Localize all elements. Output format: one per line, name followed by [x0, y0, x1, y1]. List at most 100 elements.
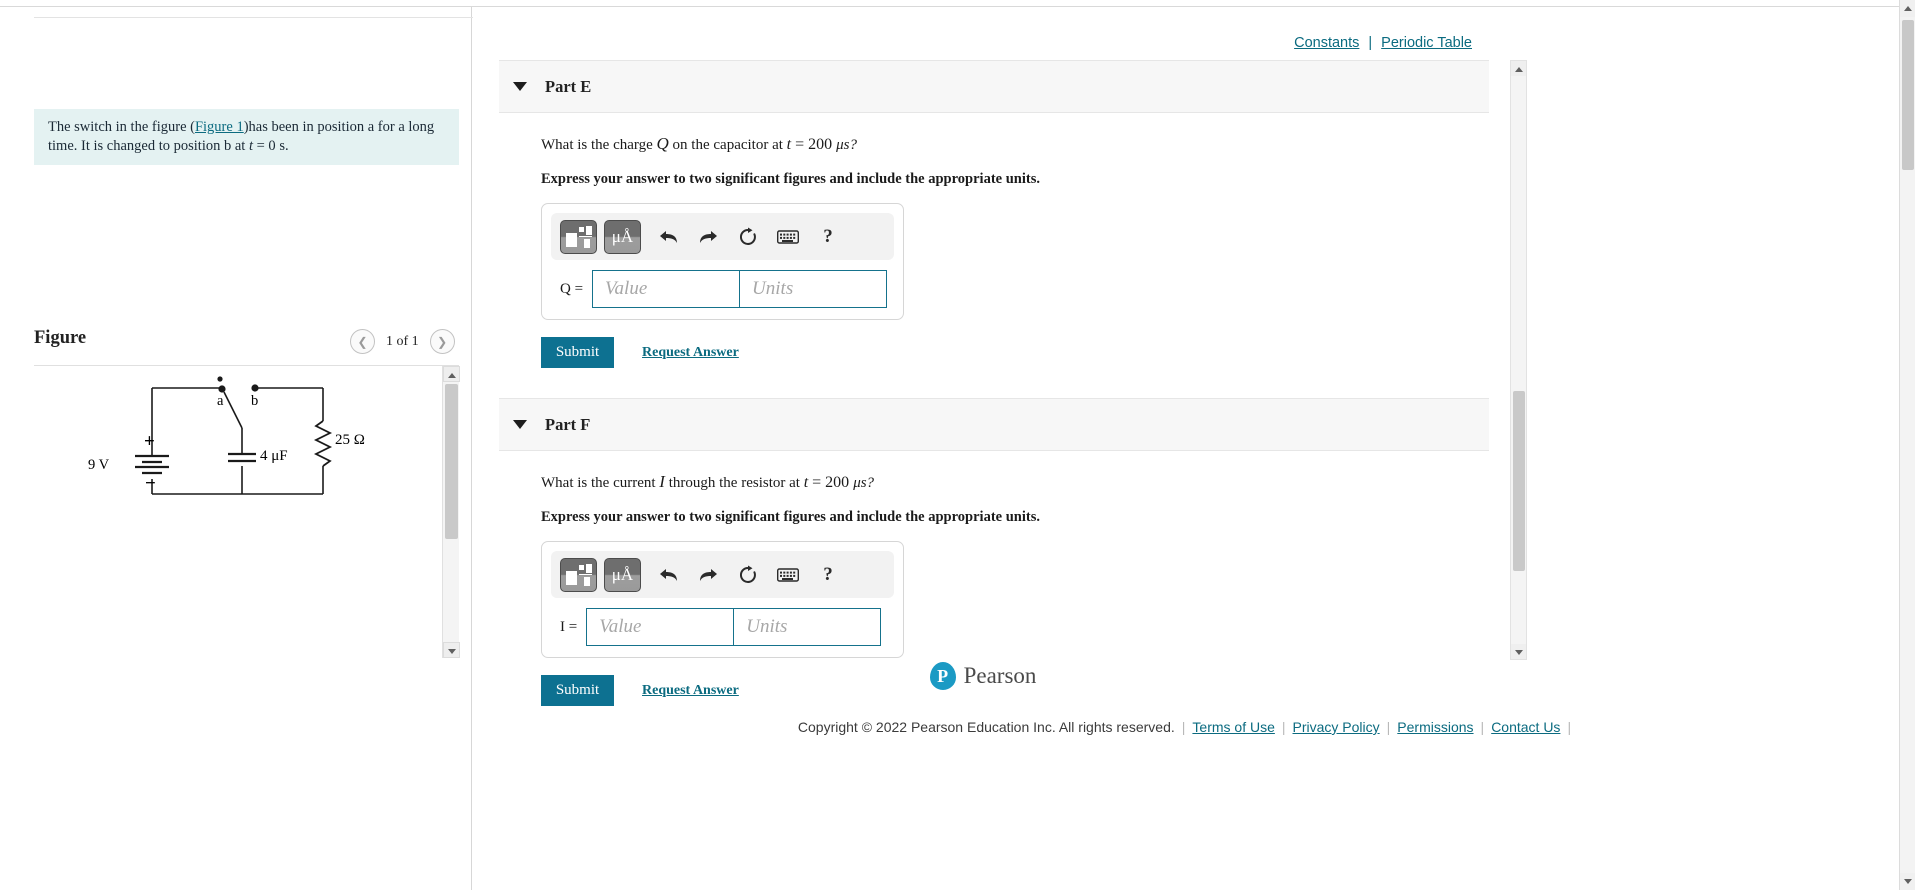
caret-down-icon[interactable] [513, 420, 527, 429]
footer-copyright: Copyright © 2022 Pearson Education Inc. … [797, 719, 1175, 735]
figure-scroll-thumb[interactable] [445, 384, 458, 539]
switch-contact-b [251, 384, 259, 392]
part-f-field-row: I = Value Units [551, 608, 894, 646]
chevron-right-icon: ❯ [437, 334, 448, 349]
content-scroll-thumb[interactable] [1513, 391, 1525, 571]
caret-down-icon [1904, 879, 1912, 884]
browser-scroll-up-button[interactable] [1900, 0, 1915, 17]
part-e-title: Part E [545, 76, 592, 96]
redo-icon[interactable] [688, 558, 728, 592]
pearson-wordmark: Pearson [963, 663, 1037, 688]
part-f-answer-box: μÅ ? I = Value Units [541, 541, 904, 658]
switch-upper-dot [217, 376, 223, 382]
switch-contact-a [218, 385, 226, 393]
part-e-header[interactable]: Part E [499, 60, 1489, 113]
figure-prev-button[interactable]: ❮ [350, 329, 375, 354]
part-e-field-row: Q = Value Units [551, 270, 894, 308]
part-f-header[interactable]: Part F [499, 398, 1489, 451]
figure-scroll-up-button[interactable] [443, 366, 460, 382]
question-value: = 200 [791, 136, 837, 153]
caret-down-icon [1514, 650, 1523, 655]
help-button[interactable]: ? [808, 220, 848, 254]
caret-down-icon [447, 649, 456, 654]
reset-icon[interactable] [728, 558, 768, 592]
footer-sep: | [1181, 719, 1186, 735]
permissions-link[interactable]: Permissions [1397, 719, 1473, 735]
pearson-logo: P Pearson [473, 662, 1493, 690]
caret-up-icon [1904, 6, 1912, 11]
capacitor-label: 4 μF [260, 448, 288, 464]
constants-link[interactable]: Constants [1294, 35, 1359, 51]
part-f-value-input[interactable]: Value [586, 608, 735, 646]
caret-up-icon [447, 373, 456, 378]
main-panel: Constants | Periodic Table Part E What i… [473, 7, 1898, 890]
contact-us-link[interactable]: Contact Us [1491, 719, 1560, 735]
periodic-table-link[interactable]: Periodic Table [1381, 35, 1472, 51]
question-prefix: What is the charge [541, 137, 657, 153]
math-template-icon[interactable] [560, 219, 597, 254]
figure-scroll-down-button[interactable] [443, 642, 460, 658]
links-separator: | [1368, 35, 1373, 51]
part-e-submit-button[interactable]: Submit [541, 337, 614, 368]
part-f-instruction: Express your answer to two significant f… [541, 509, 1040, 525]
part-f-toolbar: μÅ ? [551, 551, 894, 598]
battery-minus-label: − [145, 473, 156, 494]
help-button[interactable]: ? [808, 558, 848, 592]
browser-scroll-down-button[interactable] [1900, 873, 1915, 890]
footer-clip: Copyright © 2022 Pearson Education Inc. … [473, 719, 1903, 735]
top-links: Constants | Periodic Table [1294, 35, 1472, 51]
privacy-policy-link[interactable]: Privacy Policy [1293, 719, 1380, 735]
footer-sep: | [1480, 719, 1485, 735]
browser-scroll-thumb[interactable] [1902, 20, 1914, 170]
part-e-request-answer-link[interactable]: Request Answer [642, 345, 739, 361]
battery-voltage-label: 9 V [88, 457, 110, 473]
content-scroll-up-button[interactable] [1511, 61, 1526, 76]
figure-nav: ❮ 1 of 1 ❯ [350, 329, 455, 354]
figure-scrollbar[interactable] [442, 366, 460, 658]
footer-sep: | [1281, 719, 1286, 735]
part-f-units-input[interactable]: Units [733, 608, 882, 646]
units-label: μÅ [611, 565, 634, 584]
question-symbol: Q [656, 134, 669, 153]
switch-label-a: a [217, 393, 224, 409]
question-middle: through the resistor at [664, 475, 804, 491]
terms-of-use-link[interactable]: Terms of Use [1192, 719, 1274, 735]
part-e-units-input[interactable]: Units [739, 270, 888, 308]
part-e-value-input[interactable]: Value [592, 270, 741, 308]
keyboard-icon[interactable] [768, 558, 808, 592]
figure-next-button[interactable]: ❯ [429, 329, 455, 354]
units-button[interactable]: μÅ [604, 557, 641, 592]
keyboard-icon[interactable] [768, 220, 808, 254]
part-e-question: What is the charge Q on the capacitor at… [541, 134, 1517, 154]
undo-icon[interactable] [648, 220, 688, 254]
figure-panel: 9 V + − a b 4 μF 25 Ω [34, 365, 460, 658]
part-e-field-label: Q = [560, 280, 584, 297]
help-label: ? [823, 563, 833, 585]
part-f-question: What is the current I through the resist… [541, 472, 1517, 492]
undo-icon[interactable] [648, 558, 688, 592]
pearson-mark-icon: P [929, 662, 956, 690]
question-middle: on the capacitor at [668, 137, 787, 153]
figure-1-link[interactable]: Figure 1 [195, 119, 244, 135]
part-e-instruction: Express your answer to two significant f… [541, 171, 1040, 187]
caret-down-icon[interactable] [513, 82, 527, 91]
footer-sep: | [1567, 719, 1572, 735]
question-unit: μs? [853, 475, 875, 491]
question-value: = 200 [808, 474, 854, 491]
problem-math-eq: = 0 [253, 137, 276, 154]
part-f-title: Part F [545, 414, 591, 434]
part-f-field-label: I = [560, 618, 578, 635]
reset-icon[interactable] [728, 220, 768, 254]
content-scroll-down-button[interactable] [1511, 644, 1526, 659]
switch-label-b: b [251, 393, 259, 409]
content-scrollbar[interactable] [1510, 60, 1527, 660]
caret-up-icon [1514, 67, 1523, 72]
math-template-icon[interactable] [560, 557, 597, 592]
browser-top-bar [0, 0, 1900, 7]
redo-icon[interactable] [688, 220, 728, 254]
browser-scrollbar[interactable] [1899, 0, 1915, 890]
footer-sep: | [1386, 719, 1391, 735]
units-button[interactable]: μÅ [604, 219, 641, 254]
question-prefix: What is the current [541, 475, 660, 491]
resistor-label: 25 Ω [335, 432, 365, 448]
